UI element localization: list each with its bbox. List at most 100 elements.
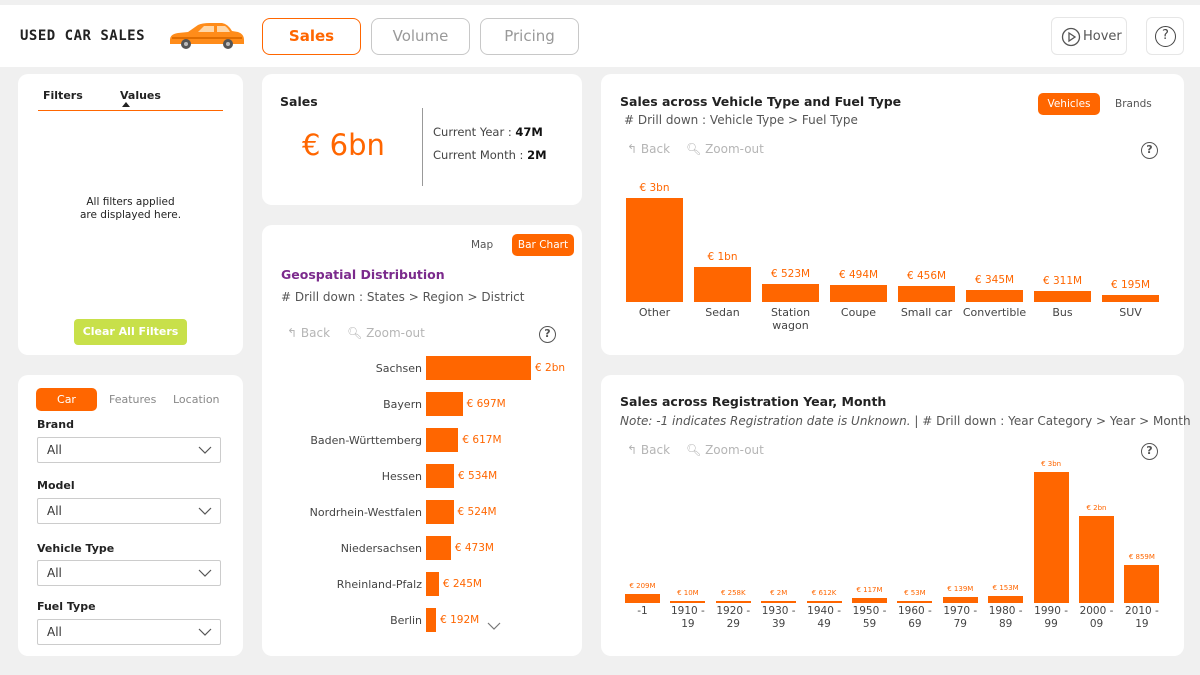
chart-category-label: 1930 - 39 xyxy=(761,605,796,630)
sales-kpi-title: Sales xyxy=(280,94,318,109)
kpi-divider xyxy=(422,108,423,186)
chart-bar xyxy=(830,284,887,302)
chart-data-label: € 494M xyxy=(838,268,879,281)
chart-data-label: € 534M xyxy=(458,470,498,482)
clear-all-filters-button[interactable]: Clear All Filters xyxy=(74,319,187,345)
chart-data-label: € 209M xyxy=(629,581,656,590)
scroll-down-chevron-icon[interactable] xyxy=(486,620,502,632)
chart-data-label: € 192M xyxy=(440,614,480,626)
chart-category-label: Bayern xyxy=(383,398,422,411)
tab-volume[interactable]: Volume xyxy=(371,18,470,55)
slicer-tab-location[interactable]: Location xyxy=(173,393,220,406)
chart-bar xyxy=(897,600,933,603)
chart-bar xyxy=(625,593,660,603)
chart-data-label: € 456M xyxy=(906,270,947,283)
brand-value: All xyxy=(47,443,62,457)
chart-data-label: € 311M xyxy=(1042,275,1083,288)
chart-bar xyxy=(942,596,978,603)
values-column-header[interactable]: Values xyxy=(120,89,161,102)
filters-empty-line2: are displayed here. xyxy=(79,209,182,221)
chart-category-label: Convertible xyxy=(962,306,1027,319)
chart-bar xyxy=(761,601,797,603)
play-icon xyxy=(1061,27,1081,47)
chart-category-label: 2010 - 19 xyxy=(1124,605,1159,630)
chart-category-label: -1 xyxy=(637,605,648,617)
hover-button[interactable]: Hover xyxy=(1051,17,1127,55)
brand-dropdown[interactable]: All xyxy=(37,437,221,463)
chart-category-label: Coupe xyxy=(840,306,877,319)
chart-category-label: 1960 - 69 xyxy=(897,605,932,630)
chart-category-label: 1910 - 19 xyxy=(670,605,705,630)
chart-category-label: Station wagon xyxy=(770,306,811,332)
slicer-tab-car[interactable]: Car xyxy=(36,388,97,411)
chart-category-label: Small car xyxy=(900,306,953,319)
chart-data-label: € 2bn xyxy=(1086,503,1107,512)
chart-category-label: Berlin xyxy=(390,614,422,627)
chart-category-label: Niedersachsen xyxy=(340,542,422,555)
model-dropdown[interactable]: All xyxy=(37,498,221,524)
chart-bar xyxy=(626,198,683,302)
chart-data-label: € 523M xyxy=(770,267,811,280)
tab-sales[interactable]: Sales xyxy=(262,18,361,55)
filters-panel: Filters Values All filters applied are d… xyxy=(18,74,243,355)
chart-bar xyxy=(426,572,439,596)
chevron-down-icon xyxy=(198,628,212,636)
chart-category-label: Other xyxy=(638,306,671,319)
chart-data-label: € 195M xyxy=(1110,279,1151,292)
fuel-type-dropdown[interactable]: All xyxy=(37,619,221,645)
current-month-row: Current Month : 2M xyxy=(433,148,547,162)
chart-category-label: Sedan xyxy=(705,306,740,319)
chart-data-label: € 3bn xyxy=(639,182,670,194)
chart-category-label: Sachsen xyxy=(375,362,422,375)
fuel-type-label: Fuel Type xyxy=(37,600,96,613)
year-bar-chart: € 209M -1 € 10M 1910 - 19 € 258K 1920 - 29 € 2… xyxy=(601,375,1184,656)
chart-bar xyxy=(966,290,1023,302)
model-value: All xyxy=(47,504,62,518)
tab-volume-label: Volume xyxy=(392,27,449,45)
chart-bar xyxy=(426,500,454,524)
tab-pricing-label: Pricing xyxy=(504,27,555,45)
chart-category-label: 2000 - 09 xyxy=(1079,605,1114,630)
app-title: USED CAR SALES xyxy=(20,28,146,44)
chart-data-label: € 153M xyxy=(992,584,1019,593)
chart-bar xyxy=(1102,295,1159,302)
chart-category-label: 1940 - 49 xyxy=(807,605,842,630)
chart-bar xyxy=(762,283,819,302)
chart-bar xyxy=(988,596,1024,603)
help-button[interactable]: ? xyxy=(1146,17,1184,55)
chart-data-label: € 2M xyxy=(770,589,788,597)
vehicle-type-label: Vehicle Type xyxy=(37,542,115,555)
chart-category-label: 1920 - 29 xyxy=(716,605,751,630)
chart-bar xyxy=(1033,472,1069,603)
slicer-tab-car-label: Car xyxy=(57,393,76,406)
car-icon xyxy=(170,23,244,49)
filters-empty-text: All filters applied are displayed here. xyxy=(18,196,243,222)
chart-bar xyxy=(1124,565,1160,603)
model-label: Model xyxy=(37,479,75,492)
chart-category-label: 1970 - 79 xyxy=(943,605,978,630)
fuel-type-value: All xyxy=(47,625,62,639)
vehicle-type-dropdown[interactable]: All xyxy=(37,560,221,586)
chart-data-label: € 1bn xyxy=(707,251,738,264)
chart-category-label: Nordrhein-Westfalen xyxy=(309,506,422,519)
chart-data-label: € 617M xyxy=(462,434,502,446)
sort-arrow-icon xyxy=(122,102,130,107)
chart-data-label: € 117M xyxy=(856,585,883,594)
chevron-down-icon xyxy=(198,446,212,454)
chart-category-label: Hessen xyxy=(381,470,422,483)
chart-bar xyxy=(1034,291,1091,302)
sales-kpi-value: € 6bn xyxy=(302,128,385,162)
slicer-tab-features[interactable]: Features xyxy=(109,393,156,406)
chart-category-label: SUV xyxy=(1119,306,1142,319)
filters-column-header: Filters xyxy=(43,89,83,102)
chart-bar xyxy=(426,428,459,452)
chart-bar xyxy=(426,464,455,488)
current-month-value: 2M xyxy=(527,148,547,162)
tab-pricing[interactable]: Pricing xyxy=(480,18,579,55)
chart-bar xyxy=(806,601,842,603)
chart-data-label: € 3bn xyxy=(1041,460,1062,468)
current-year-label: Current Year : xyxy=(433,125,512,139)
hover-label: Hover xyxy=(1083,29,1122,44)
geo-bar-chart: Sachsen € 2bn Bayern € 697M Baden-Württember… xyxy=(262,225,582,656)
chart-data-label: € 258K xyxy=(720,589,746,597)
